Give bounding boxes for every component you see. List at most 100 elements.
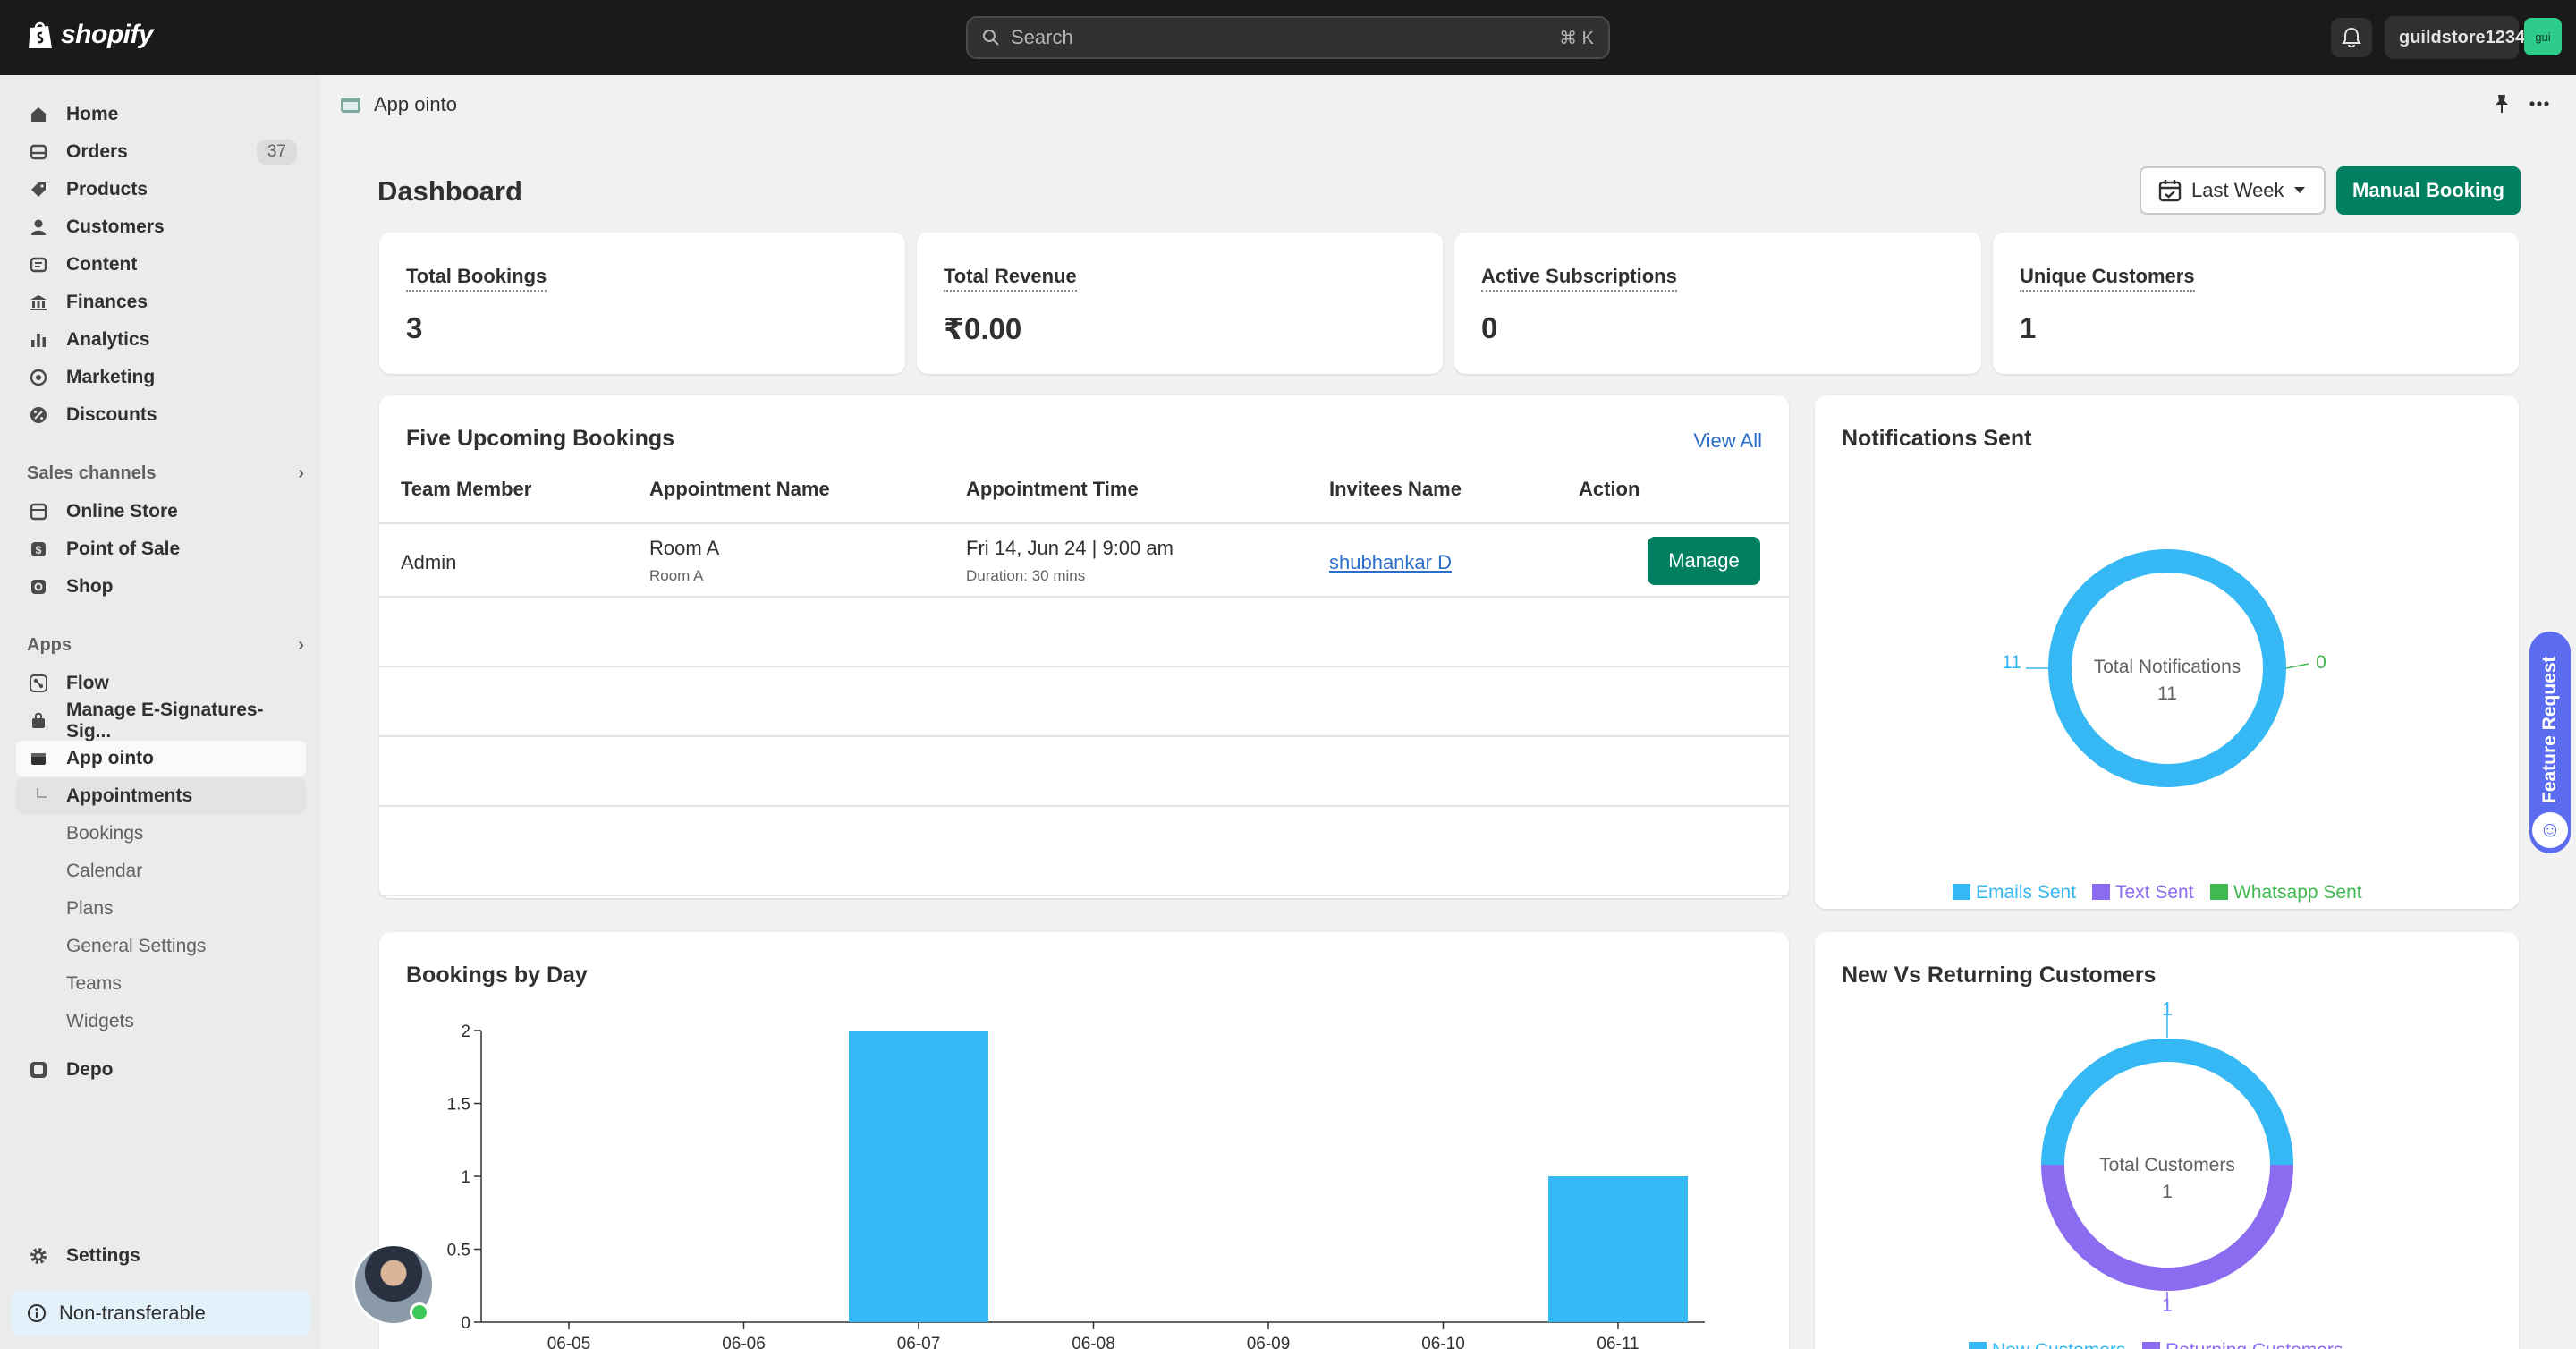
sidebar-item-products[interactable]: Products	[16, 172, 306, 208]
upcoming-bookings-card: Five Upcoming Bookings View All Team Mem…	[379, 395, 1789, 898]
column-header: Appointment Name	[649, 478, 830, 500]
divider	[379, 522, 1789, 524]
pin-button[interactable]	[2492, 93, 2512, 119]
x-tick-label: 06-06	[722, 1335, 766, 1349]
bar[interactable]	[1548, 1176, 1688, 1322]
sidebar-item-label: Settings	[66, 1245, 140, 1266]
sidebar-item-label: Home	[66, 104, 119, 124]
store-avatar[interactable]: gui	[2524, 18, 2562, 55]
sidebar-item-finances[interactable]: Finances	[16, 284, 306, 320]
sales-channels-label: Sales channels	[27, 463, 157, 483]
legend-swatch-text	[2092, 884, 2110, 900]
sidebar-item-analytics[interactable]: Analytics	[16, 322, 306, 358]
legend-label-emails[interactable]: Emails Sent	[1976, 882, 2076, 903]
sidebar-item-label: Online Store	[66, 501, 178, 522]
sidebar-item-label: Orders	[66, 141, 128, 162]
divider	[379, 805, 1789, 807]
y-tick-label: 2	[461, 1022, 470, 1041]
store-name: guildstore1234	[2399, 27, 2526, 47]
sidebar-item-settings[interactable]: Settings	[16, 1238, 306, 1274]
apps-label: Apps	[27, 635, 72, 655]
manual-booking-button[interactable]: Manual Booking	[2336, 166, 2521, 215]
stat-label[interactable]: Total Revenue	[944, 265, 1077, 292]
calendar-check-icon	[2158, 180, 2182, 202]
orders-count-badge: 37	[256, 140, 297, 165]
sidebar-item-label: Point of Sale	[66, 539, 181, 559]
stat-card-total-revenue: Total Revenue ₹0.00	[917, 233, 1443, 374]
shop-icon	[29, 577, 48, 597]
sidebar-item-home[interactable]: Home	[16, 97, 306, 132]
manage-button[interactable]: Manage	[1648, 537, 1760, 585]
sidebar-item-flow[interactable]: Flow	[16, 666, 306, 701]
stat-label[interactable]: Total Bookings	[406, 265, 547, 292]
sidebar-item-bookings[interactable]: Bookings	[16, 816, 306, 852]
search-shortcut: ⌘ K	[1559, 28, 1594, 48]
sidebar: Home Orders 37 Products Customers Conten…	[0, 75, 320, 1349]
legend-label-new[interactable]: New Customers	[1992, 1340, 2125, 1349]
sidebar-item-label: Bookings	[66, 823, 144, 844]
legend-label-text[interactable]: Text Sent	[2115, 882, 2194, 903]
sidebar-item-general-settings[interactable]: General Settings	[16, 929, 306, 964]
chevron-right-icon: ›	[298, 635, 304, 655]
sidebar-item-shop[interactable]: Shop	[16, 569, 306, 605]
info-icon	[28, 1304, 46, 1322]
legend-label-returning[interactable]: Returning Customers	[2165, 1340, 2343, 1349]
app-title-bar: App ointo	[320, 75, 2576, 134]
appointment-sub-cell: Room A	[649, 567, 704, 584]
sidebar-item-marketing[interactable]: Marketing	[16, 360, 306, 395]
sidebar-item-appointments[interactable]: Appointments	[16, 778, 306, 814]
sidebar-item-app-ointo[interactable]: App ointo	[16, 741, 306, 776]
legend-swatch-whatsapp	[2210, 884, 2228, 900]
sidebar-item-customers[interactable]: Customers	[16, 209, 306, 245]
sales-channels-header[interactable]: Sales channels ›	[27, 463, 304, 484]
column-header: Team Member	[401, 478, 532, 500]
bookings-bar-chart: 0 0.5 1 1.5 2 06-05 06-06 06-07 06-08 06-09 06-10 0…	[447, 1022, 1705, 1349]
tag-icon	[29, 180, 48, 199]
legend-label-whatsapp[interactable]: Whatsapp Sent	[2233, 882, 2362, 903]
orders-icon	[29, 142, 48, 162]
search-input[interactable]: Search ⌘ K	[966, 16, 1610, 59]
bar[interactable]	[849, 1031, 988, 1322]
sidebar-item-orders[interactable]: Orders 37	[16, 134, 306, 170]
donut-slice-new[interactable]	[2041, 1039, 2293, 1166]
sidebar-item-teams[interactable]: Teams	[16, 966, 306, 1002]
target-icon	[29, 368, 48, 387]
sidebar-item-e-signatures[interactable]: Manage E-Signatures-Sig...	[16, 700, 306, 742]
store-icon	[29, 502, 48, 522]
sidebar-item-online-store[interactable]: Online Store	[16, 494, 306, 530]
y-tick-label: 1	[461, 1168, 470, 1187]
view-all-link[interactable]: View All	[1693, 429, 1762, 453]
non-transferable-banner[interactable]: Non-transferable	[11, 1290, 311, 1336]
top-bar: shopify Search ⌘ K guildstore1234 gui	[0, 0, 2576, 75]
store-menu-button[interactable]: guildstore1234	[2385, 16, 2525, 59]
stat-value: 3	[406, 311, 423, 344]
apps-header[interactable]: Apps ›	[27, 635, 304, 656]
sidebar-item-content[interactable]: Content	[16, 247, 306, 283]
bank-icon	[29, 293, 48, 312]
feature-request-tab[interactable]: Feature Request ☺	[2529, 632, 2571, 853]
sidebar-item-point-of-sale[interactable]: $ Point of Sale	[16, 531, 306, 567]
notifications-button[interactable]	[2331, 18, 2372, 57]
sidebar-item-calendar[interactable]: Calendar	[16, 853, 306, 889]
sidebar-item-label: Products	[66, 179, 148, 199]
sidebar-item-label: Analytics	[66, 329, 150, 350]
x-tick-label: 06-08	[1072, 1335, 1115, 1349]
shopify-logo[interactable]: shopify	[27, 20, 154, 50]
sidebar-item-discounts[interactable]: Discounts	[16, 397, 306, 433]
shopify-wordmark: shopify	[61, 20, 154, 49]
invitee-link[interactable]: shubhankar D	[1329, 551, 1452, 574]
app-icon	[29, 749, 48, 768]
sidebar-item-widgets[interactable]: Widgets	[16, 1004, 306, 1039]
stat-label[interactable]: Active Subscriptions	[1481, 265, 1677, 292]
team-member-cell: Admin	[401, 551, 457, 573]
more-actions-button[interactable]	[2528, 93, 2551, 115]
sidebar-item-plans[interactable]: Plans	[16, 891, 306, 927]
card-title: Five Upcoming Bookings	[406, 426, 675, 451]
slice-value-left: 11	[2002, 652, 2021, 673]
stat-label[interactable]: Unique Customers	[2020, 265, 2195, 292]
date-range-select[interactable]: Last Week	[2140, 166, 2326, 215]
sidebar-item-depo[interactable]: Depo	[16, 1052, 306, 1088]
y-tick-label: 0	[461, 1314, 470, 1333]
